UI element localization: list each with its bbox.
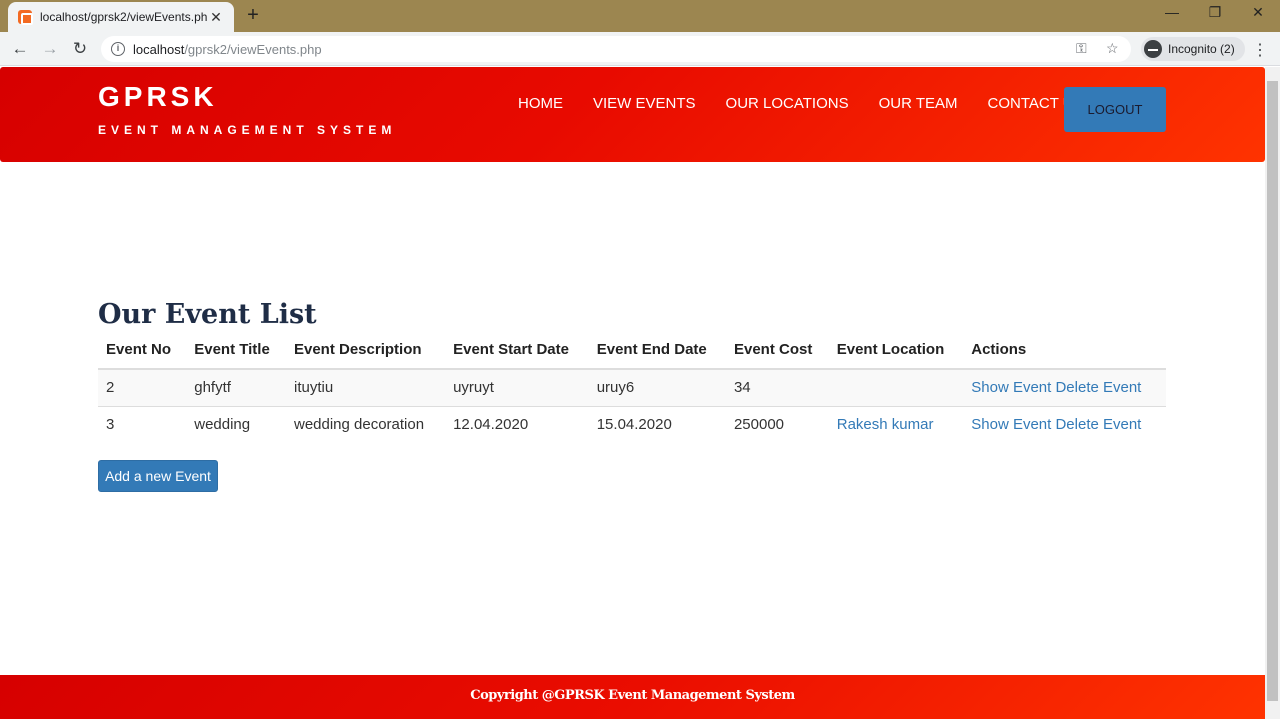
footer-copyright: Copyright @GPRSK Event Management System xyxy=(470,688,795,703)
page-scrollbar[interactable] xyxy=(1265,67,1280,719)
incognito-icon xyxy=(1144,40,1162,58)
cell-event-cost: 250000 xyxy=(725,405,829,443)
address-bar[interactable]: i localhost/gprsk2/viewEvents.php xyxy=(101,36,1131,62)
incognito-label: Incognito (2) xyxy=(1168,42,1235,56)
cell-actions: Show Event Delete Event xyxy=(963,368,1166,406)
cell-actions: Show Event Delete Event xyxy=(963,405,1166,443)
browser-menu-icon[interactable]: ⋮ xyxy=(1252,40,1268,60)
table-header-row: Event No Event Title Event Description E… xyxy=(98,333,1166,370)
nav-home[interactable]: HOME xyxy=(518,95,563,112)
logout-button[interactable]: LOGOUT xyxy=(1064,87,1166,132)
delete-event-link[interactable]: Delete Event xyxy=(1055,379,1141,396)
cell-event-location: Rakesh kumar xyxy=(828,405,964,443)
add-event-button[interactable]: Add a new Event xyxy=(98,460,218,492)
incognito-badge[interactable]: Incognito (2) xyxy=(1141,37,1245,61)
events-table: Event No Event Title Event Description E… xyxy=(98,333,1166,443)
key-icon[interactable]: ⚿ xyxy=(1076,40,1087,57)
column-header-event-no: Event No xyxy=(98,333,187,370)
url-path: /gprsk2/viewEvents.php xyxy=(184,41,322,57)
url-host: localhost xyxy=(133,41,185,57)
nav-view-events[interactable]: VIEW EVENTS xyxy=(593,95,696,112)
column-header-actions: Actions xyxy=(963,333,1166,370)
show-event-link[interactable]: Show Event xyxy=(971,416,1051,433)
delete-event-link[interactable]: Delete Event xyxy=(1055,416,1141,433)
scrollbar-thumb[interactable] xyxy=(1267,81,1278,701)
cell-event-cost: 34 xyxy=(725,368,829,406)
cell-event-description: ituytiu xyxy=(285,368,446,406)
nav-our-team[interactable]: OUR TEAM xyxy=(879,95,958,112)
back-arrow-icon[interactable]: ← xyxy=(9,38,31,60)
brand-title: GPRSK xyxy=(98,81,218,112)
table-row: 3 wedding wedding decoration 12.04.2020 … xyxy=(98,405,1166,443)
tab-close-icon[interactable]: ✕ xyxy=(208,9,224,26)
browser-toolbar: ← → ↻ i localhost/gprsk2/viewEvents.php … xyxy=(0,32,1280,66)
column-header-event-description: Event Description xyxy=(285,333,446,370)
cell-event-end-date: 15.04.2020 xyxy=(588,405,726,443)
browser-tab[interactable]: localhost/gprsk2/viewEvents.php ✕ xyxy=(8,2,234,32)
reload-icon[interactable]: ↻ xyxy=(69,38,91,60)
new-tab-button[interactable]: + xyxy=(243,4,263,27)
brand-subtitle: EVENT MANAGEMENT SYSTEM xyxy=(98,123,397,137)
bookmark-star-icon[interactable]: ☆ xyxy=(1106,40,1119,57)
cell-event-end-date: uruy6 xyxy=(588,368,726,406)
cell-event-location xyxy=(828,368,964,406)
cell-event-title: wedding xyxy=(186,405,286,443)
column-header-event-start-date: Event Start Date xyxy=(445,333,589,370)
cell-event-description: wedding decoration xyxy=(285,405,446,443)
tab-title: localhost/gprsk2/viewEvents.php xyxy=(40,10,208,24)
column-header-event-title: Event Title xyxy=(186,333,286,370)
restore-icon[interactable]: ❐ xyxy=(1205,4,1225,21)
xampp-favicon-icon xyxy=(18,10,33,25)
page-title: Our Event List xyxy=(98,299,317,330)
event-location-link[interactable]: Rakesh kumar xyxy=(837,416,934,433)
table-row: 2 ghfytf ituytiu uyruyt uruy6 34 Show Ev… xyxy=(98,368,1166,406)
column-header-event-end-date: Event End Date xyxy=(588,333,726,370)
cell-event-no: 3 xyxy=(98,405,187,443)
site-header: GPRSK EVENT MANAGEMENT SYSTEM HOME VIEW … xyxy=(0,67,1265,162)
minimize-icon[interactable]: — xyxy=(1162,4,1182,20)
column-header-event-location: Event Location xyxy=(828,333,964,370)
window-close-icon[interactable]: ✕ xyxy=(1248,4,1268,21)
site-info-icon[interactable]: i xyxy=(111,42,125,56)
show-event-link[interactable]: Show Event xyxy=(971,379,1051,396)
cell-event-start-date: 12.04.2020 xyxy=(445,405,589,443)
cell-event-start-date: uyruyt xyxy=(445,368,589,406)
browser-tab-bar: localhost/gprsk2/viewEvents.php ✕ + — ❐ … xyxy=(0,0,1280,32)
nav-our-locations[interactable]: OUR LOCATIONS xyxy=(726,95,849,112)
cell-event-no: 2 xyxy=(98,368,187,406)
main-nav: HOME VIEW EVENTS OUR LOCATIONS OUR TEAM … xyxy=(518,95,1114,112)
column-header-event-cost: Event Cost xyxy=(725,333,829,370)
page-viewport: GPRSK EVENT MANAGEMENT SYSTEM HOME VIEW … xyxy=(0,67,1265,719)
forward-arrow-icon[interactable]: → xyxy=(39,38,61,60)
site-footer: Copyright @GPRSK Event Management System xyxy=(0,675,1265,719)
cell-event-title: ghfytf xyxy=(186,368,286,406)
